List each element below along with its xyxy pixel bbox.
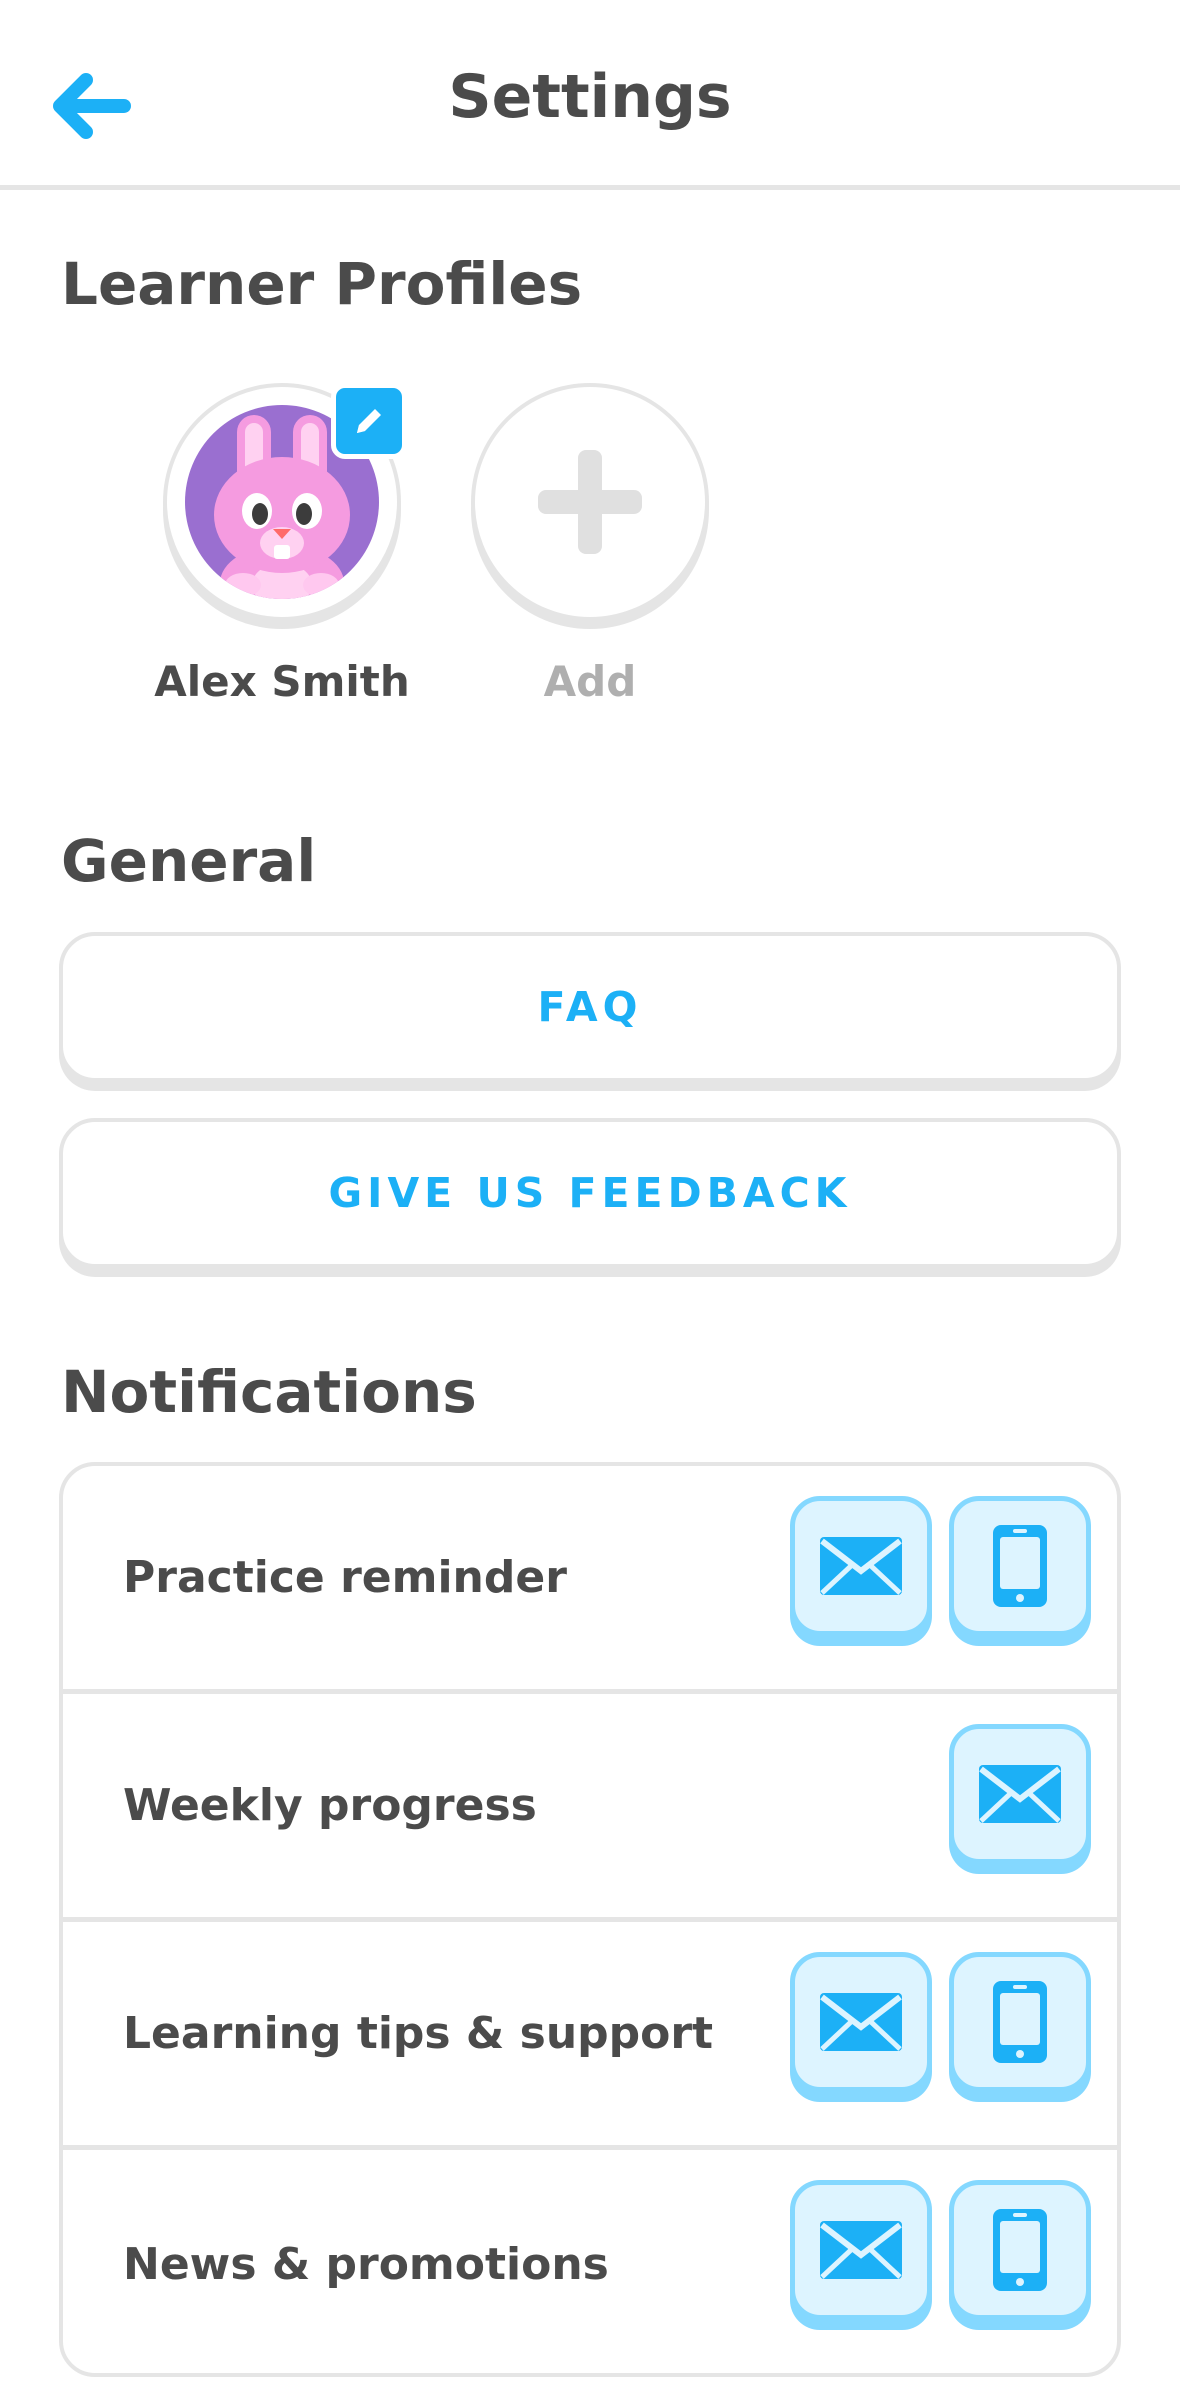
notification-row-practice-reminder: Practice reminder [63, 1466, 1117, 1694]
feedback-button[interactable]: GIVE US FEEDBACK [59, 1118, 1121, 1268]
email-toggle[interactable] [790, 2180, 932, 2320]
learner-profiles-heading: Learner Profiles [61, 250, 583, 318]
notifications-card: Practice reminder Weekly progress Learni… [59, 1462, 1121, 2377]
email-toggle[interactable] [949, 1724, 1091, 1864]
envelope-icon [979, 1765, 1061, 1823]
envelope-icon [820, 1993, 902, 2051]
notification-label: Practice reminder [123, 1552, 567, 1603]
notification-row-learning-tips: Learning tips & support [63, 1922, 1117, 2150]
phone-icon [993, 1525, 1047, 1607]
add-profile-label: Add [543, 657, 637, 706]
notifications-heading: Notifications [61, 1358, 477, 1426]
phone-icon [993, 2209, 1047, 2291]
avatar[interactable] [163, 383, 407, 627]
profile-name: Alex Smith [154, 657, 410, 706]
notification-row-weekly-progress: Weekly progress [63, 1694, 1117, 1922]
general-heading: General [61, 827, 317, 895]
pencil-icon [357, 409, 381, 433]
header: Settings [0, 0, 1180, 190]
faq-button[interactable]: FAQ [59, 932, 1121, 1082]
notification-label: Learning tips & support [123, 2008, 714, 2059]
plus-icon [538, 450, 642, 554]
notification-row-news-promotions: News & promotions [63, 2150, 1117, 2373]
notification-label: Weekly progress [123, 1780, 537, 1831]
edit-profile-button[interactable] [331, 383, 407, 459]
push-toggle[interactable] [949, 2180, 1091, 2320]
push-toggle[interactable] [949, 1952, 1091, 2092]
notification-label: News & promotions [123, 2238, 609, 2290]
profile-alex-smith[interactable]: Alex Smith [132, 383, 432, 706]
email-toggle[interactable] [790, 1496, 932, 1636]
add-profile-button[interactable] [471, 383, 709, 621]
email-toggle[interactable] [790, 1952, 932, 2092]
add-profile-button-wrap[interactable] [471, 383, 709, 627]
envelope-icon [820, 2221, 902, 2279]
phone-icon [993, 1981, 1047, 2063]
settings-page: Settings Learner Profiles Alex Smith Add… [0, 0, 1180, 2396]
push-toggle[interactable] [949, 1496, 1091, 1636]
envelope-icon [820, 1537, 902, 1595]
page-title: Settings [448, 62, 732, 132]
add-profile[interactable]: Add [440, 383, 740, 706]
